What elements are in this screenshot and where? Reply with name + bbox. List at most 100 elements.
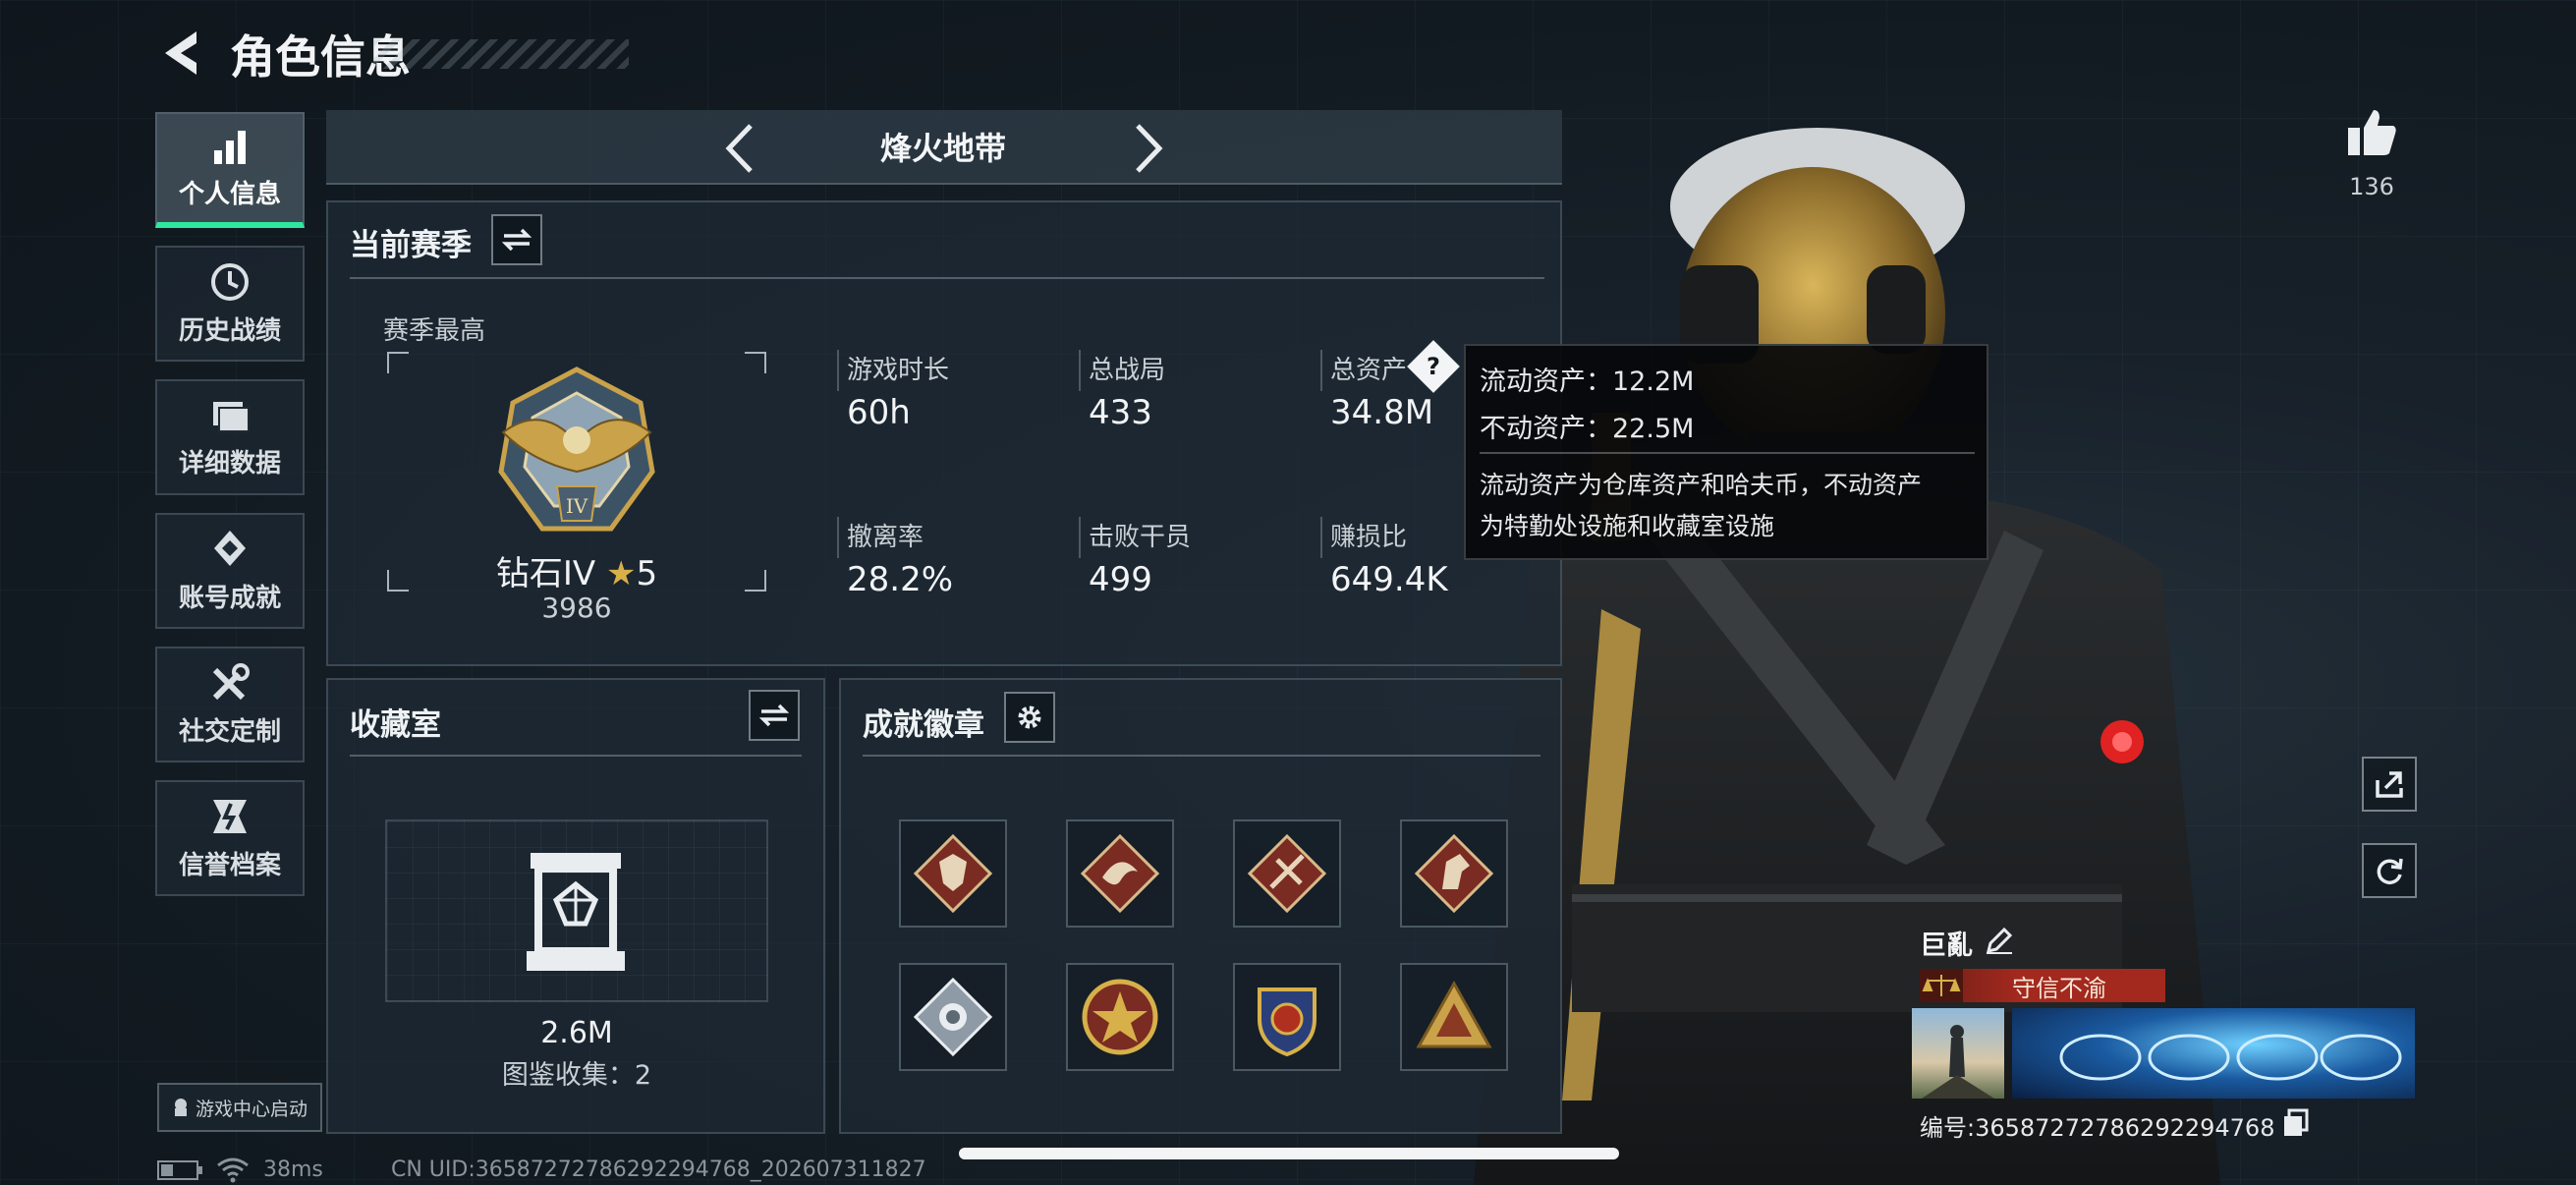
dragon-badge-icon — [1080, 833, 1160, 914]
stat-profit-ratio-value: 649.4K — [1330, 560, 1448, 599]
title-badge: 守信不渝 — [1920, 969, 2165, 1002]
tooltip-liquid-assets: 流动资产：12.2M — [1480, 367, 1695, 397]
rank-name: 钻石IV — [495, 554, 596, 593]
player-serial-text: 编号:3658727278629229476​8 — [1920, 1114, 2275, 1142]
home-indicator[interactable] — [959, 1148, 1619, 1159]
collection-value: 2.6M — [540, 1016, 613, 1050]
rank-stars: 5 — [636, 554, 658, 593]
player-name: 巨亂 — [1920, 931, 1973, 961]
reputation-icon — [213, 799, 247, 833]
copy-icon[interactable] — [2281, 1108, 2311, 1138]
rank-star-icon: ★ — [605, 554, 637, 593]
refresh-button[interactable] — [2362, 843, 2417, 898]
scales-icon — [1920, 969, 1963, 1002]
bar-chart-icon — [214, 130, 246, 164]
stat-divider — [837, 350, 839, 391]
game-center-icon — [174, 1099, 187, 1116]
rank-score: 3986 — [541, 592, 612, 624]
ping-value: 38ms — [263, 1157, 323, 1182]
skeleton-art-icon — [2059, 1034, 2402, 1081]
refresh-icon — [2377, 858, 2403, 884]
swap-icon — [502, 228, 532, 252]
collection-switch-button[interactable] — [749, 690, 800, 741]
shield-crest-badge-icon — [1258, 988, 1316, 1057]
diamond-rank-emblem-icon: IV — [498, 367, 655, 532]
achievement-badge[interactable] — [1400, 963, 1508, 1071]
achievement-badge[interactable] — [1066, 963, 1174, 1071]
banner-thumbnail-skeletons[interactable] — [2012, 1008, 2415, 1099]
stat-total-assets-label: 总资产 — [1330, 356, 1408, 385]
stat-total-matches-value: 433 — [1089, 393, 1152, 432]
stat-divider — [1320, 350, 1322, 391]
stat-playtime-label: 游戏时长 — [847, 356, 950, 385]
next-mode-arrow-icon[interactable] — [1134, 122, 1165, 175]
achievement-badge[interactable] — [899, 819, 1007, 928]
divider — [350, 755, 802, 757]
stat-total-assets-value: 34.8M — [1330, 393, 1434, 432]
season-best-label: 赛季最高 — [383, 316, 486, 346]
title-stripes — [373, 39, 629, 69]
title-badge-label: 守信不渝 — [2012, 974, 2106, 1002]
nav-item-label: 社交定制 — [178, 716, 281, 747]
share-button[interactable] — [2362, 757, 2417, 812]
stat-kills-label: 击败干员 — [1089, 523, 1192, 552]
banner-thumbnail-soldier[interactable] — [1912, 1008, 2004, 1099]
nav-item-label: 账号成就 — [178, 583, 281, 613]
display-case-icon — [527, 853, 625, 971]
collection-count: 图鉴收集：2 — [501, 1060, 652, 1091]
swap-icon — [759, 704, 789, 727]
stat-extract-rate-value: 28.2% — [847, 560, 954, 599]
achievements-title: 成就徽章 — [863, 707, 984, 743]
wifi-icon — [217, 1157, 249, 1183]
nav-item-label: 详细数据 — [178, 448, 281, 479]
tooltip-divider — [1480, 452, 1975, 454]
divider — [863, 755, 1540, 757]
stat-kills-value: 499 — [1089, 560, 1152, 599]
nav-item-account-achievements[interactable]: 账号成就 — [155, 513, 305, 629]
nav-item-personal-info[interactable]: 个人信息 — [155, 112, 305, 228]
mode-label: 烽火地带 — [879, 130, 1006, 167]
likes-count: 136 — [2349, 173, 2394, 200]
nav-item-social-custom[interactable]: 社交定制 — [155, 647, 305, 762]
emblem-tier-text: IV — [566, 494, 588, 518]
achievement-badge[interactable] — [1233, 963, 1341, 1071]
nav-item-detailed-data[interactable]: 详细数据 — [155, 379, 305, 495]
gear-icon — [1018, 705, 1041, 729]
achievement-badge[interactable] — [1066, 819, 1174, 928]
nav-item-history[interactable]: 历史战绩 — [155, 246, 305, 362]
season-switch-button[interactable] — [491, 214, 542, 265]
stat-total-matches-label: 总战局 — [1089, 356, 1166, 385]
folder-icon — [213, 401, 250, 432]
stat-divider — [1320, 517, 1322, 558]
wolf-badge-icon — [913, 833, 993, 914]
game-center-button[interactable]: 游戏中心启动 — [157, 1083, 322, 1132]
edit-pencil-icon[interactable] — [1985, 926, 2014, 955]
achievement-badge[interactable] — [1233, 819, 1341, 928]
achievement-badge[interactable] — [899, 963, 1007, 1071]
horse-badge-icon — [1414, 833, 1494, 914]
stat-divider — [837, 517, 839, 558]
blade-badge-icon — [1247, 833, 1327, 914]
prev-mode-arrow-icon[interactable] — [723, 122, 755, 175]
question-icon: ? — [1427, 352, 1440, 380]
silver-gem-badge-icon — [913, 977, 993, 1057]
star-medal-badge-icon — [1082, 979, 1158, 1055]
thumbs-up-icon[interactable] — [2346, 106, 2397, 157]
nav-item-label: 信誉档案 — [178, 850, 281, 880]
stat-profit-ratio-label: 赚损比 — [1330, 523, 1408, 552]
achievement-badge[interactable] — [1400, 819, 1508, 928]
nav-item-reputation[interactable]: 信誉档案 — [155, 780, 305, 896]
assets-tooltip: 流动资产：12.2M 不动资产：22.5M 流动资产为仓库资产和哈夫币，不动资产… — [1464, 344, 1988, 560]
back-arrow-icon[interactable] — [157, 28, 206, 79]
share-icon — [2376, 771, 2403, 798]
stat-divider — [1079, 517, 1081, 558]
soldier-silhouette-icon — [1922, 1025, 1994, 1099]
stat-playtime-value: 60h — [847, 393, 911, 432]
tooltip-description-1: 流动资产为仓库资产和哈夫币，不动资产 — [1480, 471, 1923, 499]
tooltip-description-2: 为特勤处设施和收藏室设施 — [1480, 512, 1775, 540]
rank-line: 钻石IV ★5 — [385, 546, 768, 594]
achievements-settings-button[interactable] — [1004, 692, 1055, 743]
player-serial: 编号:3658727278629229476​8 — [1920, 1108, 2274, 1143]
uid-text: CN UID:3658727278629229476​8_20260731182… — [391, 1157, 926, 1182]
nav-item-label: 历史战绩 — [178, 315, 281, 346]
